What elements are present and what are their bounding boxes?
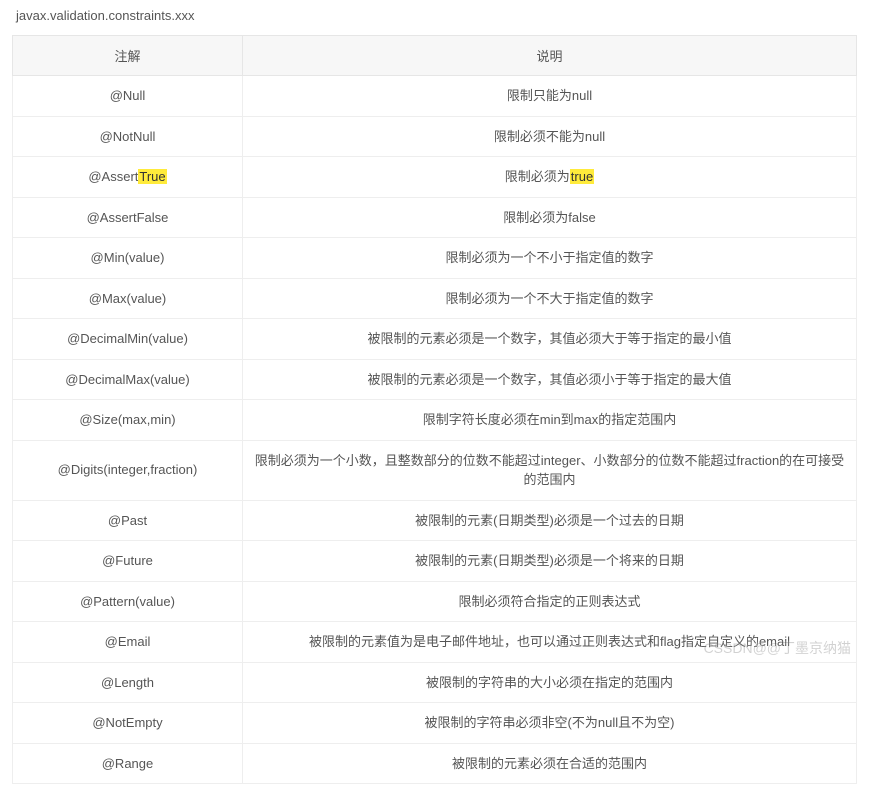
cell-annotation: @Future — [13, 541, 243, 582]
cell-annotation: @Length — [13, 662, 243, 703]
cell-description: 限制必须为true — [243, 157, 857, 198]
table-row: @Digits(integer,fraction)限制必须为一个小数，且整数部分… — [13, 440, 857, 500]
table-row: @AssertTrue限制必须为true — [13, 157, 857, 198]
cell-annotation: @Range — [13, 743, 243, 784]
cell-annotation: @Max(value) — [13, 278, 243, 319]
table-row: @NotNull限制必须不能为null — [13, 116, 857, 157]
cell-annotation: @Past — [13, 500, 243, 541]
package-path: javax.validation.constraints.xxx — [12, 8, 857, 23]
cell-annotation: @Email — [13, 622, 243, 663]
cell-description: 被限制的元素值为是电子邮件地址，也可以通过正则表达式和flag指定自定义的ema… — [243, 622, 857, 663]
cell-annotation: @NotNull — [13, 116, 243, 157]
cell-description: 被限制的元素必须在合适的范围内 — [243, 743, 857, 784]
cell-description: 限制必须为false — [243, 197, 857, 238]
cell-description: 限制必须为一个不小于指定值的数字 — [243, 238, 857, 279]
cell-description: 限制只能为null — [243, 76, 857, 117]
cell-annotation: @Null — [13, 76, 243, 117]
cell-annotation: @Size(max,min) — [13, 400, 243, 441]
cell-annotation: @AssertTrue — [13, 157, 243, 198]
table-row: @Future被限制的元素(日期类型)必须是一个将来的日期 — [13, 541, 857, 582]
anno-highlight: True — [138, 169, 166, 184]
cell-description: 被限制的元素必须是一个数字，其值必须大于等于指定的最小值 — [243, 319, 857, 360]
table-row: @Max(value)限制必须为一个不大于指定值的数字 — [13, 278, 857, 319]
cell-annotation: @Digits(integer,fraction) — [13, 440, 243, 500]
cell-description: 限制字符长度必须在min到max的指定范围内 — [243, 400, 857, 441]
cell-description: 被限制的元素必须是一个数字，其值必须小于等于指定的最大值 — [243, 359, 857, 400]
cell-annotation: @DecimalMin(value) — [13, 319, 243, 360]
cell-description: 限制必须为一个不大于指定值的数字 — [243, 278, 857, 319]
cell-annotation: @NotEmpty — [13, 703, 243, 744]
table-row: @Email被限制的元素值为是电子邮件地址，也可以通过正则表达式和flag指定自… — [13, 622, 857, 663]
table-row: @DecimalMin(value)被限制的元素必须是一个数字，其值必须大于等于… — [13, 319, 857, 360]
table-row: @Null限制只能为null — [13, 76, 857, 117]
table-row: @Past被限制的元素(日期类型)必须是一个过去的日期 — [13, 500, 857, 541]
cell-description: 限制必须为一个小数，且整数部分的位数不能超过integer、小数部分的位数不能超… — [243, 440, 857, 500]
desc-highlight: true — [570, 169, 594, 184]
anno-text-prefix: @Assert — [88, 169, 138, 184]
table-row: @Min(value)限制必须为一个不小于指定值的数字 — [13, 238, 857, 279]
table-row: @Pattern(value)限制必须符合指定的正则表达式 — [13, 581, 857, 622]
cell-annotation: @AssertFalse — [13, 197, 243, 238]
table-row: @AssertFalse限制必须为false — [13, 197, 857, 238]
col-header-annotation: 注解 — [13, 36, 243, 76]
cell-annotation: @DecimalMax(value) — [13, 359, 243, 400]
cell-description: 被限制的字符串的大小必须在指定的范围内 — [243, 662, 857, 703]
cell-description: 限制必须符合指定的正则表达式 — [243, 581, 857, 622]
cell-annotation: @Pattern(value) — [13, 581, 243, 622]
table-row: @DecimalMax(value)被限制的元素必须是一个数字，其值必须小于等于… — [13, 359, 857, 400]
cell-description: 被限制的元素(日期类型)必须是一个将来的日期 — [243, 541, 857, 582]
cell-description: 限制必须不能为null — [243, 116, 857, 157]
table-row: @Range被限制的元素必须在合适的范围内 — [13, 743, 857, 784]
cell-annotation: @Min(value) — [13, 238, 243, 279]
col-header-description: 说明 — [243, 36, 857, 76]
table-header-row: 注解 说明 — [13, 36, 857, 76]
table-row: @Size(max,min)限制字符长度必须在min到max的指定范围内 — [13, 400, 857, 441]
constraints-table: 注解 说明 @Null限制只能为null@NotNull限制必须不能为null@… — [12, 35, 857, 784]
table-row: @NotEmpty被限制的字符串必须非空(不为null且不为空) — [13, 703, 857, 744]
cell-description: 被限制的元素(日期类型)必须是一个过去的日期 — [243, 500, 857, 541]
table-row: @Length被限制的字符串的大小必须在指定的范围内 — [13, 662, 857, 703]
cell-description: 被限制的字符串必须非空(不为null且不为空) — [243, 703, 857, 744]
desc-text-prefix: 限制必须为 — [505, 169, 570, 184]
